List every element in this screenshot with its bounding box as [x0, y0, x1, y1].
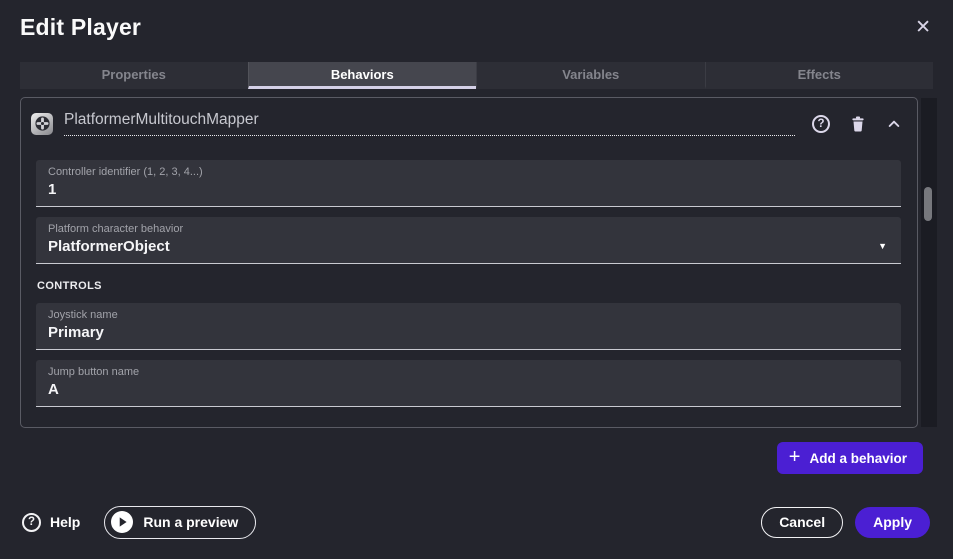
run-preview-label: Run a preview	[143, 514, 238, 530]
chevron-up-icon	[886, 116, 902, 132]
behavior-fields: Controller identifier (1, 2, 3, 4...) Pl…	[36, 160, 901, 407]
collapse-behavior-button[interactable]	[884, 114, 904, 134]
help-icon: ?	[22, 513, 41, 532]
help-label: Help	[50, 514, 80, 530]
play-icon	[111, 511, 133, 533]
cancel-button[interactable]: Cancel	[761, 507, 843, 538]
behavior-panel: ? Controller identifier (1, 2, 3, 4...)	[20, 97, 918, 428]
selected-value: PlatformerObject	[48, 238, 170, 255]
scrollbar[interactable]	[921, 98, 937, 427]
behavior-panel-header: ?	[21, 98, 917, 136]
behavior-name-input[interactable]	[64, 111, 795, 136]
field-label: Jump button name	[48, 366, 889, 378]
jump-button-name-field[interactable]: Jump button name	[36, 360, 901, 407]
joystick-name-input[interactable]	[48, 324, 889, 341]
run-preview-button[interactable]: Run a preview	[104, 506, 256, 539]
controller-identifier-field[interactable]: Controller identifier (1, 2, 3, 4...)	[36, 160, 901, 207]
tab-properties[interactable]: Properties	[20, 62, 248, 89]
field-label: Controller identifier (1, 2, 3, 4...)	[48, 166, 889, 178]
controls-section-label: CONTROLS	[37, 280, 901, 292]
gamepad-behavior-icon	[31, 113, 53, 135]
apply-button[interactable]: Apply	[855, 507, 930, 538]
trash-icon	[849, 115, 867, 133]
plus-icon: +	[789, 447, 801, 467]
footer-bar: ? Help Run a preview Cancel Apply	[22, 504, 930, 540]
tab-variables[interactable]: Variables	[476, 62, 705, 89]
joystick-name-field[interactable]: Joystick name	[36, 303, 901, 350]
tab-properties-label: Properties	[102, 67, 166, 82]
help-button[interactable]: ? Help	[22, 513, 80, 532]
scrollbar-thumb[interactable]	[924, 187, 932, 221]
tab-variables-label: Variables	[562, 67, 619, 82]
tab-behaviors[interactable]: Behaviors	[248, 62, 477, 89]
controller-identifier-input[interactable]	[48, 181, 889, 198]
tab-bar: Properties Behaviors Variables Effects	[20, 62, 933, 89]
field-label: Joystick name	[48, 309, 889, 321]
help-icon: ?	[812, 115, 830, 133]
tab-behaviors-label: Behaviors	[331, 67, 394, 82]
tab-effects-label: Effects	[798, 67, 841, 82]
chevron-down-icon: ▼	[878, 241, 887, 251]
tab-effects[interactable]: Effects	[705, 62, 934, 89]
close-icon[interactable]: ✕	[915, 18, 931, 37]
field-label: Platform character behavior	[48, 223, 889, 235]
add-behavior-label: Add a behavior	[809, 451, 907, 466]
behavior-help-button[interactable]: ?	[810, 113, 832, 135]
delete-behavior-button[interactable]	[847, 113, 869, 135]
jump-button-name-input[interactable]	[48, 381, 889, 398]
platform-character-behavior-select[interactable]: Platform character behavior PlatformerOb…	[36, 217, 901, 264]
add-behavior-button[interactable]: + Add a behavior	[777, 442, 923, 474]
page-title: Edit Player	[20, 14, 141, 41]
